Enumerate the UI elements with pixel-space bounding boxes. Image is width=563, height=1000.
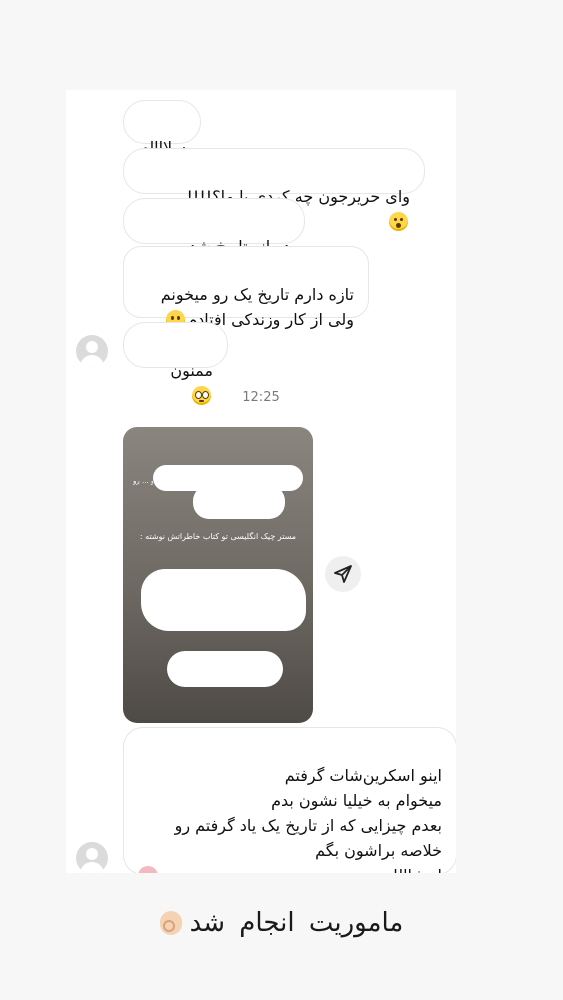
message-bubble-1[interactable]: سلاااام xyxy=(123,100,201,157)
message-bubble-6[interactable]: اینو اسکرین‌شات گرفتم میخوام به خیلیا نش… xyxy=(123,727,456,873)
sender-avatar[interactable] xyxy=(76,335,108,367)
sender-avatar-2[interactable] xyxy=(76,842,108,873)
avatar-head xyxy=(86,848,98,860)
chat-panel: سلاااام وای حریرجون چه کردی با ما؟!!!! د… xyxy=(66,90,456,873)
shared-screenshot-image[interactable]: او ... رو مستر چیک انگلیسی تو کتاب خاطرا… xyxy=(123,427,313,723)
send-icon xyxy=(334,565,352,583)
story-caption: ماموریت انجام شد xyxy=(0,908,563,938)
ok-hand-icon xyxy=(159,911,182,935)
shared-image-caption-text: مستر چیک انگلیسی تو کتاب خاطراتش نوشته : xyxy=(139,532,297,541)
message-text-6: اینو اسکرین‌شات گرفتم میخوام به خیلیا نش… xyxy=(174,766,442,873)
message-bubble-4[interactable]: تازه دارم تاریخ یک رو میخونم ولی از کار … xyxy=(123,246,369,329)
shared-image-top-text: او ... رو xyxy=(133,477,153,485)
redaction-blob-middle xyxy=(141,569,306,631)
astonished-face-icon xyxy=(389,212,408,231)
share-button[interactable] xyxy=(325,556,361,592)
avatar-body xyxy=(80,355,104,367)
caption-text: ماموریت انجام شد xyxy=(189,908,404,938)
message-timestamp: 12:25 xyxy=(242,390,280,405)
message-text-5: ممنون xyxy=(170,361,213,380)
message-bubble-3[interactable]: دیوانه تاریخ شدم xyxy=(123,198,305,281)
avatar-body xyxy=(80,862,104,873)
message-bubble-5[interactable]: ممنون xyxy=(123,322,228,405)
avatar-head xyxy=(86,341,98,353)
redaction-blob-top-2 xyxy=(193,485,285,519)
redaction-blob-bottom xyxy=(167,651,283,687)
message-bubble-2[interactable]: وای حریرجون چه کردی با ما؟!!!! xyxy=(123,148,425,231)
